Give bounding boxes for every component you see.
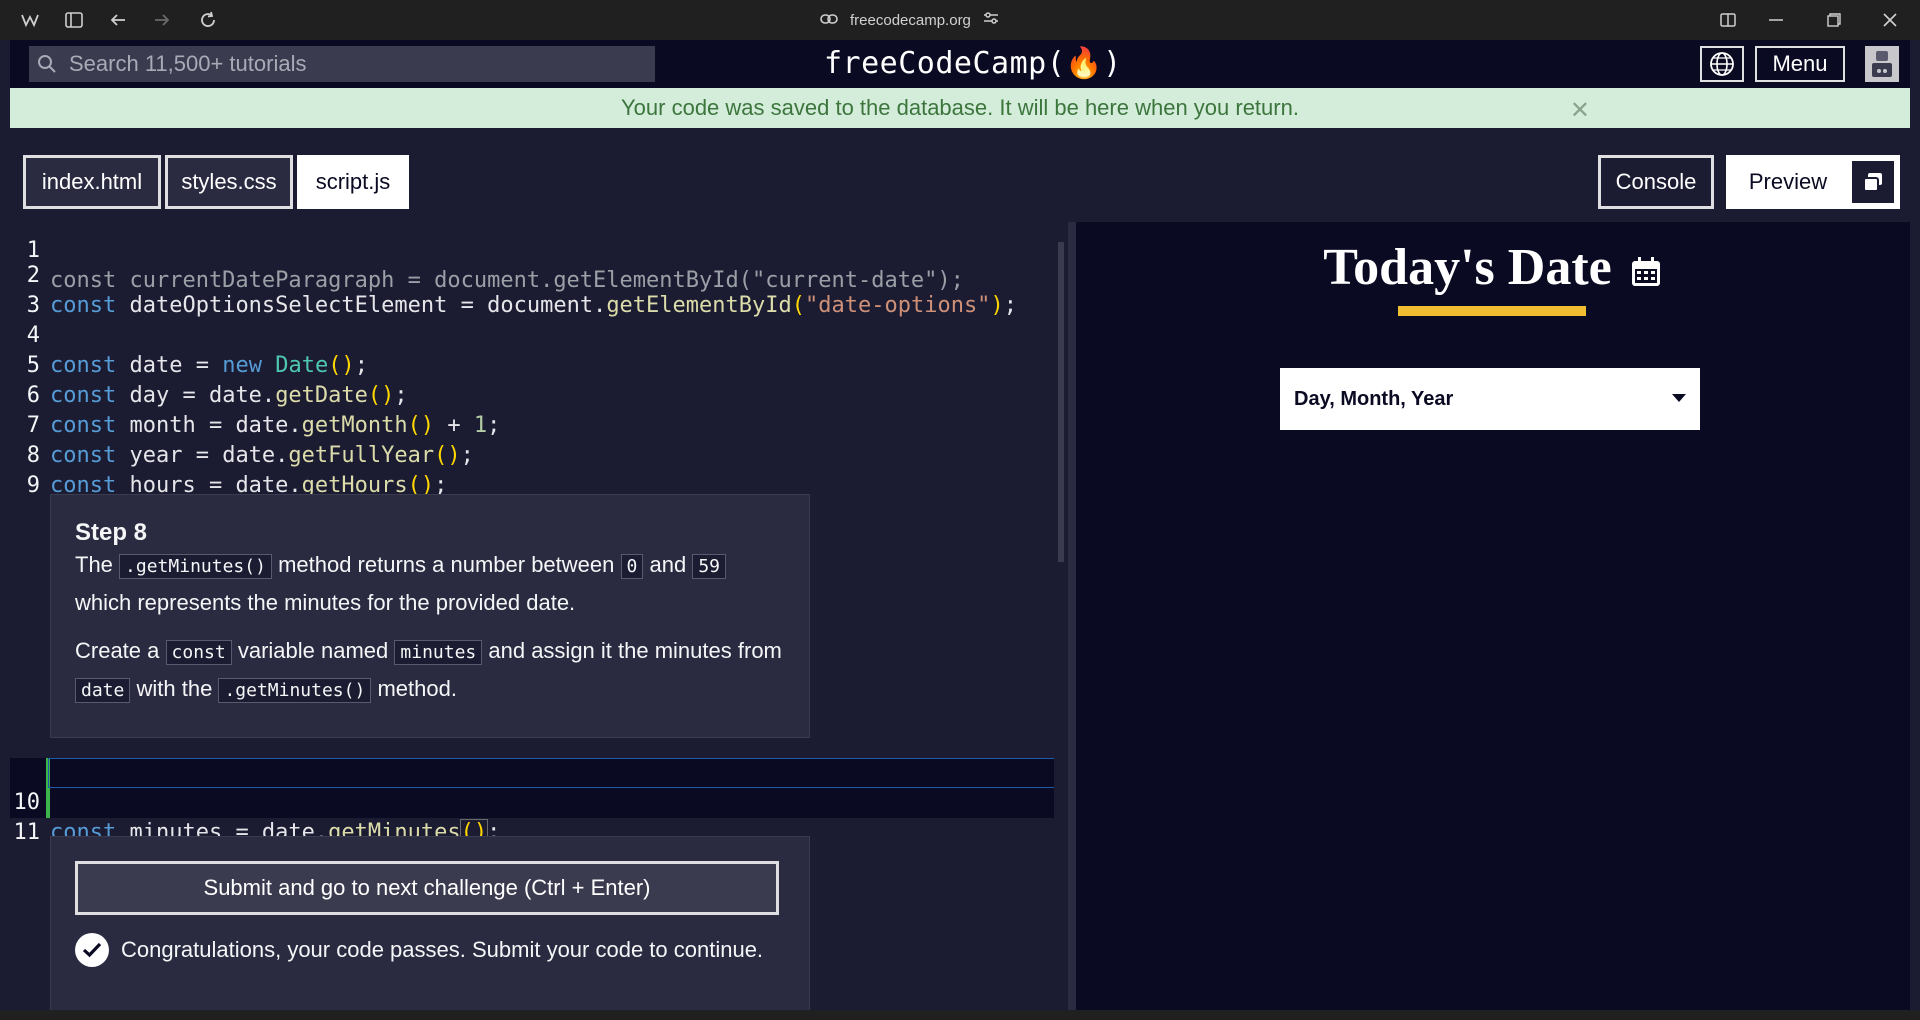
globe-icon bbox=[1709, 51, 1735, 77]
search-input[interactable]: Search 11,500+ tutorials bbox=[29, 46, 655, 82]
active-line-highlight bbox=[48, 758, 1064, 788]
browser-logo-icon[interactable] bbox=[18, 8, 42, 32]
avatar[interactable] bbox=[1865, 46, 1899, 82]
select-value: Day, Month, Year bbox=[1294, 387, 1454, 410]
submit-button[interactable]: Submit and go to next challenge (Ctrl + … bbox=[75, 861, 779, 915]
sidebar-toggle-icon[interactable] bbox=[62, 8, 86, 32]
flash-message: Your code was saved to the database. It … bbox=[10, 88, 1910, 128]
code-editor[interactable]: 1 const currentDateParagraph = document.… bbox=[10, 222, 1064, 1010]
pane-divider[interactable] bbox=[1068, 222, 1076, 1010]
site-settings-icon[interactable] bbox=[983, 11, 999, 29]
pass-text: Congratulations, your code passes. Submi… bbox=[121, 937, 764, 962]
search-placeholder: Search 11,500+ tutorials bbox=[69, 51, 307, 76]
restore-icon[interactable] bbox=[1822, 8, 1846, 32]
step-paragraph-1: The .getMinutes() method returns a numbe… bbox=[75, 547, 785, 621]
search-icon bbox=[37, 54, 57, 74]
calendar-icon bbox=[1629, 243, 1663, 302]
fcc-logo[interactable]: freeCodeCamp(🔥) bbox=[824, 46, 1122, 81]
split-view-icon[interactable] bbox=[1716, 8, 1740, 32]
tab-styles-css[interactable]: styles.css bbox=[165, 155, 293, 209]
tab-index-html[interactable]: index.html bbox=[23, 155, 161, 209]
browser-toolbar: freecodecamp.org bbox=[0, 0, 1920, 40]
tab-script-js[interactable]: script.js bbox=[297, 155, 409, 209]
pass-message: Congratulations, your code passes. Submi… bbox=[75, 933, 763, 967]
reload-icon[interactable] bbox=[196, 8, 220, 32]
preview-title: Today's Date bbox=[1076, 238, 1910, 302]
dropdown-arrow-icon bbox=[1672, 394, 1686, 402]
menu-button[interactable]: Menu bbox=[1755, 46, 1845, 82]
preview-label: Preview bbox=[1748, 169, 1828, 194]
editor-scrollbar[interactable] bbox=[1054, 222, 1068, 1010]
url-text: freecodecamp.org bbox=[850, 11, 971, 29]
step-paragraph-2: Create a const variable named minutes an… bbox=[75, 638, 782, 703]
scrollbar-thumb[interactable] bbox=[1058, 242, 1064, 562]
back-icon[interactable] bbox=[106, 8, 130, 32]
fcc-navbar: Search 11,500+ tutorials freeCodeCamp(🔥)… bbox=[10, 40, 1910, 88]
title-underline bbox=[1398, 306, 1586, 316]
preview-button[interactable]: Preview bbox=[1726, 155, 1900, 209]
check-circle-icon bbox=[75, 933, 109, 967]
window-bottom-edge bbox=[0, 1010, 1920, 1020]
language-button[interactable] bbox=[1700, 46, 1744, 82]
close-flash-icon[interactable]: ✕ bbox=[1570, 96, 1590, 125]
minimize-icon[interactable] bbox=[1764, 8, 1788, 32]
forward-icon[interactable] bbox=[150, 8, 174, 32]
console-button[interactable]: Console bbox=[1598, 155, 1714, 209]
preview-pane: Today's Date Day, Month, Year bbox=[1076, 222, 1910, 1010]
test-results-panel: Submit and go to next challenge (Ctrl + … bbox=[50, 836, 810, 1010]
flash-text: Your code was saved to the database. It … bbox=[621, 95, 1299, 120]
editor-tabs-bar: index.html styles.css script.js Console … bbox=[10, 128, 1910, 222]
step-description: Step 8 The .getMinutes() method returns … bbox=[50, 494, 810, 738]
popout-preview-icon[interactable] bbox=[1850, 159, 1896, 205]
address-bar[interactable]: freecodecamp.org bbox=[820, 8, 999, 32]
date-format-select[interactable]: Day, Month, Year bbox=[1280, 368, 1700, 430]
close-window-icon[interactable] bbox=[1878, 8, 1902, 32]
step-title: Step 8 bbox=[75, 519, 148, 546]
link-icon bbox=[820, 12, 838, 29]
